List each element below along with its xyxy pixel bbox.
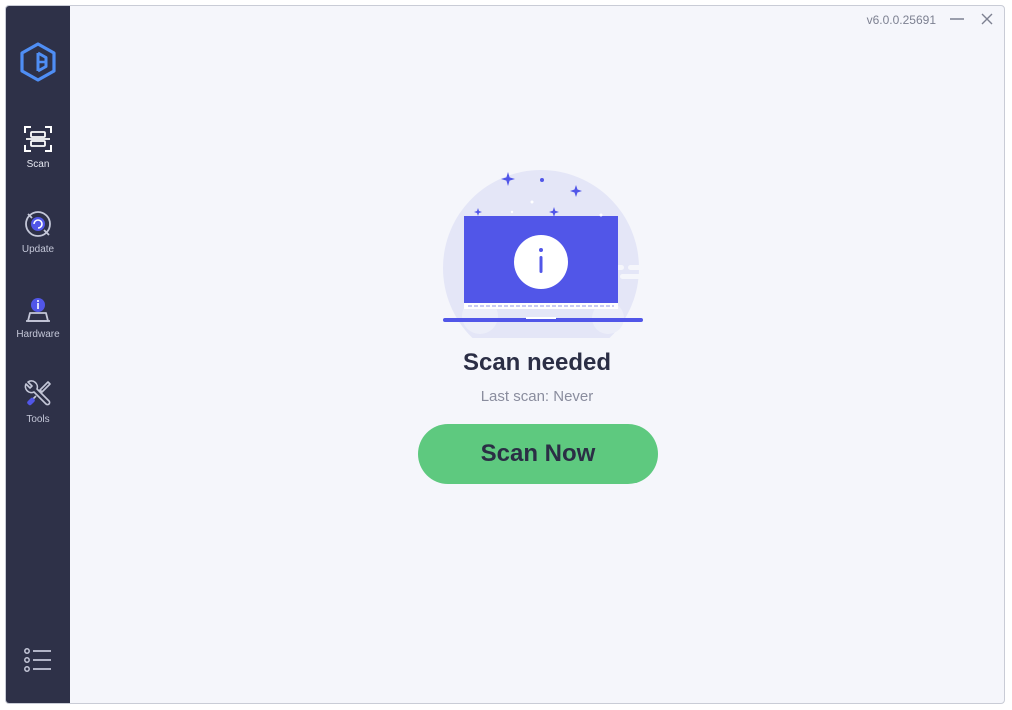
- minimize-icon[interactable]: [946, 8, 968, 30]
- sidebar-item-label: Update: [21, 244, 55, 255]
- sidebar-item-scan[interactable]: Scan: [6, 123, 70, 185]
- scan-frame-icon: [24, 126, 52, 152]
- list-menu-icon[interactable]: [23, 646, 53, 674]
- sidebar-item-update[interactable]: Update: [6, 208, 70, 270]
- hardware-info-icon: [26, 298, 50, 322]
- scan-now-button[interactable]: Scan Now: [418, 424, 658, 484]
- laptop-info-icon: [443, 170, 643, 338]
- last-scan-status: Last scan: Never: [480, 388, 594, 405]
- sidebar-item-label: Tools: [26, 414, 50, 425]
- sidebar: Scan Update Hardware Tools: [6, 6, 70, 703]
- close-icon[interactable]: [976, 8, 998, 30]
- tools-wrench-icon: [24, 380, 51, 406]
- sidebar-item-label: Hardware: [16, 329, 60, 340]
- app-window: Scan Update Hardware Tools v6.0.0.25691 …: [5, 5, 1005, 704]
- page-title: Scan needed: [462, 349, 612, 376]
- app-version: v6.0.0.25691: [866, 13, 936, 27]
- sidebar-item-label: Scan: [26, 159, 50, 170]
- sidebar-item-tools[interactable]: Tools: [6, 378, 70, 440]
- update-refresh-icon: [25, 211, 51, 237]
- app-logo-icon: [20, 42, 56, 82]
- sidebar-item-hardware[interactable]: Hardware: [6, 293, 70, 355]
